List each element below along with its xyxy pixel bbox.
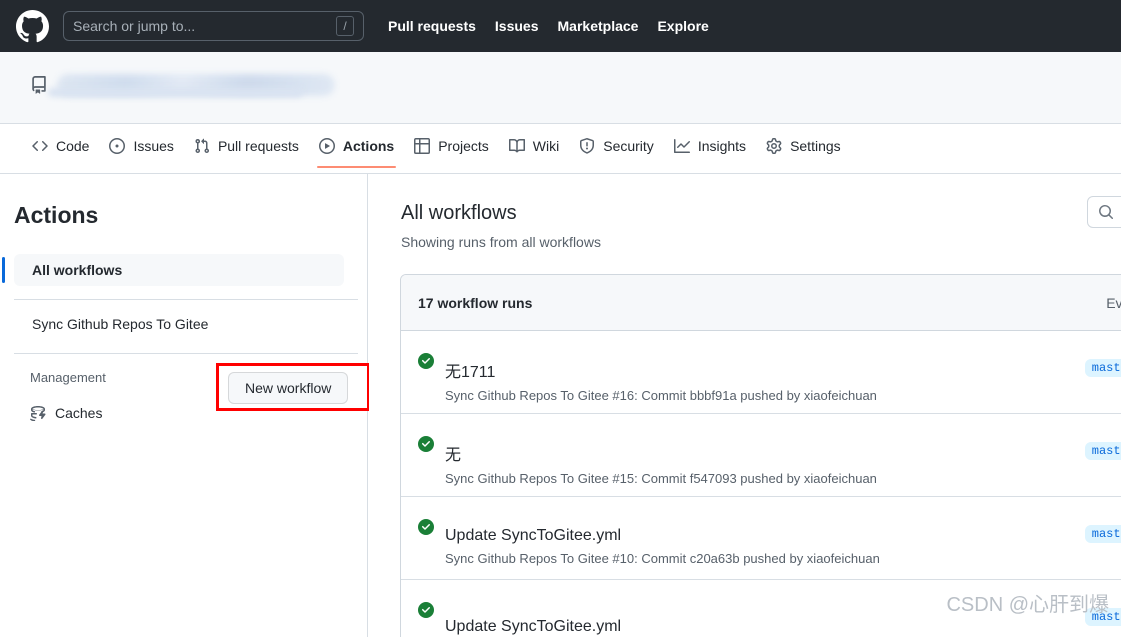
sidebar-item-all-workflows[interactable]: All workflows [2,254,344,286]
workflow-runs-list: 17 workflow runs Event 无1711 Sync Github… [400,274,1121,637]
global-header: Search or jump to... / Pull requests Iss… [0,0,1121,52]
tab-projects-label: Projects [438,138,489,154]
nav-issues[interactable]: Issues [495,18,539,34]
tab-actions[interactable]: Actions [309,132,404,168]
nav-explore[interactable]: Explore [657,18,708,34]
workflow-runs-list-header: 17 workflow runs Event [401,275,1121,331]
page-title: All workflows [401,202,517,224]
nav-pull-requests[interactable]: Pull requests [388,18,476,34]
tab-code-label: Code [56,138,90,154]
branch-badge[interactable]: master [1084,608,1121,626]
tab-issues-label: Issues [133,138,174,154]
check-circle-fill-icon [418,519,434,535]
run-text-block: Update SyncToGitee.yml Sync Github Repos… [445,511,880,566]
repo-icon [30,76,48,94]
run-text-block: 无1711 Sync Github Repos To Gitee #16: Co… [445,342,877,403]
run-title[interactable]: Update SyncToGitee.yml [445,527,880,545]
filter-event[interactable]: Event [1106,295,1121,311]
global-search-placeholder: Search or jump to... [73,18,196,34]
branch-badge[interactable]: master [1084,525,1121,543]
table-row[interactable]: Update SyncToGitee.yml Sync Github Repos… [401,497,1121,580]
repo-tab-bar: Code Issues Pull requests Actions Projec… [0,124,1121,174]
check-circle-fill-icon [418,436,434,452]
search-shortcut-badge: / [336,16,354,36]
branch-badge[interactable]: master [1084,442,1121,460]
page-subtitle: Showing runs from all workflows [401,234,601,250]
table-row[interactable]: Update SyncToGitee.yml master [401,580,1121,637]
tab-wiki[interactable]: Wiki [499,132,569,168]
tab-insights-label: Insights [697,138,747,154]
cache-stack-icon [30,405,46,421]
sidebar-item-caches-label: Caches [55,405,103,421]
run-title[interactable]: 无 [445,441,877,465]
github-mark-icon[interactable] [16,9,49,43]
tab-pull-requests-label: Pull requests [217,138,299,154]
github-actions-page: Search or jump to... / Pull requests Iss… [0,0,1121,637]
new-workflow-button[interactable]: New workflow [228,372,349,404]
run-meta: Sync Github Repos To Gitee #15: Commit f… [445,470,877,486]
repo-name-redaction-smear [48,88,303,97]
tab-insights[interactable]: Insights [664,132,756,168]
search-icon [1098,204,1114,220]
run-meta: Sync Github Repos To Gitee #10: Commit c… [445,550,880,566]
check-circle-fill-icon [418,353,434,369]
tab-actions-label: Actions [342,138,395,154]
tab-security-label: Security [603,138,654,154]
nav-marketplace[interactable]: Marketplace [558,18,639,34]
global-search-box[interactable]: Search or jump to... / [63,11,364,41]
run-text-block: Update SyncToGitee.yml [445,602,621,637]
repo-header: Public Pin Unwatch 1 [0,52,1121,154]
run-text-block: 无 Sync Github Repos To Gitee #15: Commit… [445,425,877,486]
check-circle-fill-icon [418,602,434,618]
new-workflow-button-label: New workflow [245,380,332,396]
sidebar-divider-2 [14,353,358,354]
tab-wiki-label: Wiki [532,138,560,154]
workflow-search-input[interactable] [1087,196,1121,228]
tab-pull-requests[interactable]: Pull requests [184,132,309,168]
sidebar-item-sync-label: Sync Github Repos To Gitee [32,316,209,332]
branch-badge[interactable]: master [1084,359,1121,377]
sidebar-item-caches[interactable]: Caches [30,405,102,421]
global-nav: Pull requests Issues Marketplace Explore [388,18,709,34]
run-title[interactable]: Update SyncToGitee.yml [445,618,621,636]
sidebar-section-management: Management [30,370,106,385]
run-title[interactable]: 无1711 [445,358,877,382]
run-meta: Sync Github Repos To Gitee #16: Commit b… [445,387,877,403]
tab-settings[interactable]: Settings [756,132,851,168]
table-row[interactable]: 无1711 Sync Github Repos To Gitee #16: Co… [401,331,1121,414]
tab-settings-label: Settings [790,138,841,154]
tab-projects[interactable]: Projects [404,132,499,168]
workflow-runs-panel: All workflows Showing runs from all work… [369,174,1121,637]
workflow-runs-count: 17 workflow runs [418,294,533,311]
workflow-runs-filters: Event [1106,295,1121,311]
tab-issues[interactable]: Issues [99,132,183,168]
table-row[interactable]: 无 Sync Github Repos To Gitee #15: Commit… [401,414,1121,497]
tab-code[interactable]: Code [22,132,99,168]
sidebar-heading: Actions [14,202,99,228]
tab-security[interactable]: Security [569,132,664,168]
sidebar-divider-1 [14,299,358,300]
sidebar-item-sync-github-repos-to-gitee[interactable]: Sync Github Repos To Gitee [14,308,344,340]
actions-sidebar: Actions New workflow All workflows Sync … [0,174,370,637]
sidebar-item-all-workflows-label: All workflows [32,262,123,278]
